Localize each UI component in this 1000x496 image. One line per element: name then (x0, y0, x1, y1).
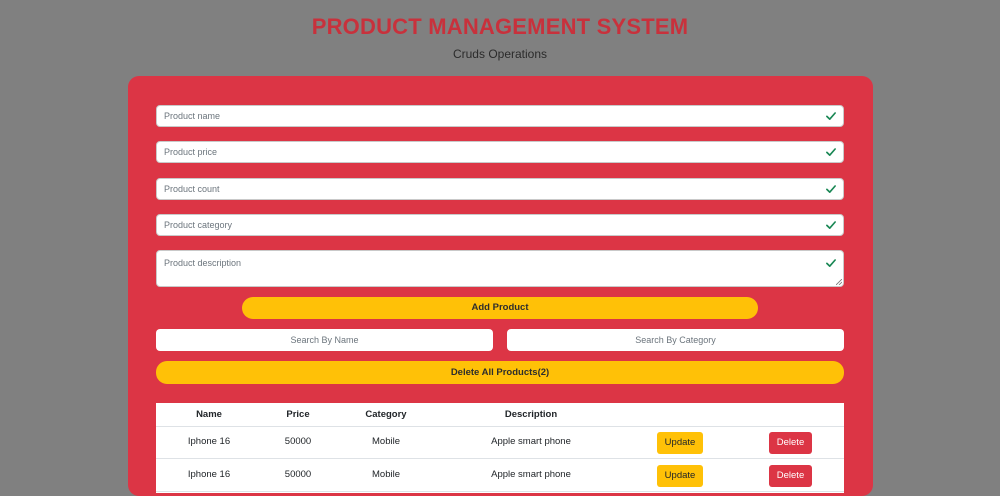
cell-category: Mobile (372, 436, 400, 447)
resize-grip-icon[interactable] (836, 279, 842, 285)
search-by-category-input[interactable]: Search By Category (507, 329, 844, 351)
add-product-button[interactable]: Add Product (242, 297, 758, 319)
cell-description: Apple smart phone (491, 436, 571, 447)
delete-button[interactable]: Delete (769, 432, 812, 454)
product-description-textarea[interactable]: Product description (156, 250, 844, 287)
product-count-placeholder: Product count (164, 184, 220, 194)
check-icon (826, 148, 836, 156)
product-name-placeholder: Product name (164, 111, 221, 121)
product-price-placeholder: Product price (164, 147, 218, 157)
cell-price: 50000 (284, 436, 312, 447)
page-subtitle: Cruds Operations (452, 47, 548, 61)
column-header-price: Price (286, 409, 310, 420)
check-icon (826, 185, 836, 193)
product-price-input[interactable]: Product price (156, 141, 844, 163)
product-count-input[interactable]: Product count (156, 178, 844, 200)
product-category-input[interactable]: Product category (156, 214, 844, 236)
cell-description: Apple smart phone (491, 469, 571, 480)
product-description-placeholder: Product description (164, 258, 242, 268)
check-icon (826, 112, 836, 120)
check-icon (826, 221, 836, 229)
delete-button[interactable]: Delete (769, 465, 812, 487)
check-icon (826, 259, 836, 267)
column-header-description: Description (504, 409, 558, 420)
page-title: PRODUCT MANAGEMENT SYSTEM (311, 14, 689, 39)
cell-category: Mobile (372, 469, 400, 480)
cell-name: Iphone 16 (187, 469, 231, 480)
delete-all-products-button[interactable]: Delete All Products(2) (156, 361, 844, 384)
column-header-category: Category (365, 409, 407, 420)
table-row: Iphone 16 50000 Mobile Apple smart phone… (156, 427, 844, 459)
cell-name: Iphone 16 (187, 436, 231, 447)
product-category-placeholder: Product category (164, 220, 233, 230)
products-table: Name Price Category Description Iphone 1… (156, 403, 844, 493)
update-button[interactable]: Update (657, 465, 703, 487)
search-by-name-input[interactable]: Search By Name (156, 329, 493, 351)
column-header-name: Name (196, 409, 222, 420)
product-name-input[interactable]: Product name (156, 105, 844, 127)
table-row: Iphone 16 50000 Mobile Apple smart phone… (156, 460, 844, 492)
table-header-row: Name Price Category Description (156, 403, 844, 427)
update-button[interactable]: Update (657, 432, 703, 454)
cell-price: 50000 (284, 469, 312, 480)
